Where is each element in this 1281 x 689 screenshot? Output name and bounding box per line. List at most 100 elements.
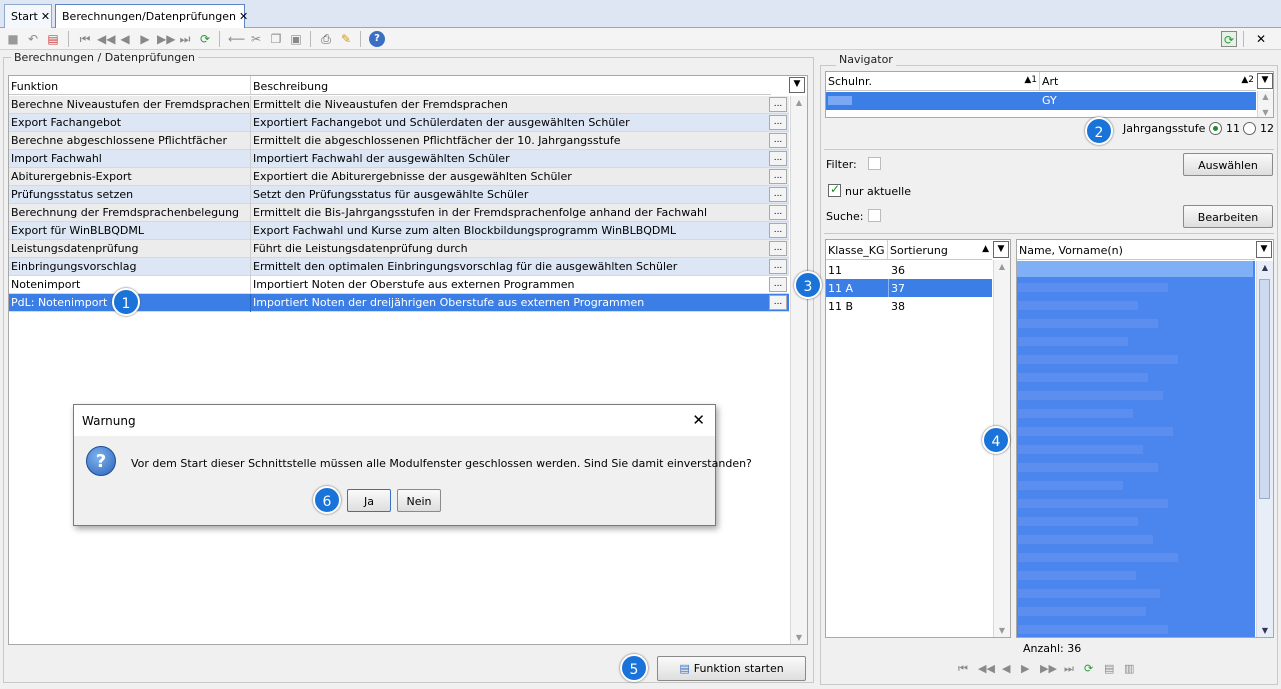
print-icon[interactable]: ⎙ xyxy=(318,31,334,47)
save-icon[interactable]: ■ xyxy=(5,31,21,47)
first-record-icon[interactable]: ⏮ xyxy=(958,662,968,676)
fast-back-icon[interactable]: ◀◀ xyxy=(97,31,115,47)
scroll-down-icon[interactable]: ▼ xyxy=(791,633,807,642)
student-row[interactable] xyxy=(1018,337,1128,346)
nein-button[interactable]: Nein xyxy=(397,489,441,512)
bearbeiten-button[interactable]: Bearbeiten xyxy=(1183,205,1273,228)
table-row[interactable]: Einbringungsvorschlag Ermittelt den optim… xyxy=(9,258,789,276)
student-row[interactable] xyxy=(1018,499,1168,508)
column-header-klasse[interactable]: Klasse_KG xyxy=(826,240,888,260)
forward-icon[interactable]: ▶ xyxy=(137,31,153,47)
paste-icon[interactable]: ▣ xyxy=(288,31,304,47)
radio-11[interactable] xyxy=(1209,122,1222,135)
row-details-button[interactable]: ... xyxy=(769,223,787,238)
scroll-thumb[interactable] xyxy=(1259,279,1270,499)
close-icon[interactable]: ✕ xyxy=(41,10,50,23)
detail-view-icon[interactable]: ▥ xyxy=(1124,662,1134,675)
student-row[interactable] xyxy=(1018,373,1148,382)
student-row[interactable] xyxy=(1018,589,1160,598)
table-row[interactable]: Abiturergebnis-Export Exportiert die Abit… xyxy=(9,168,789,186)
column-chooser-icon[interactable]: ▼ xyxy=(1257,73,1273,89)
column-chooser-icon[interactable]: ▼ xyxy=(789,77,805,93)
help-icon[interactable]: ? xyxy=(369,31,385,47)
student-row-focused[interactable] xyxy=(1017,261,1253,277)
student-row[interactable] xyxy=(1018,319,1158,328)
column-chooser-icon[interactable]: ▼ xyxy=(993,241,1009,258)
remove-icon[interactable]: ⟵ xyxy=(228,31,245,47)
list-view-icon[interactable]: ▤ xyxy=(1104,662,1114,675)
student-row[interactable] xyxy=(1018,301,1138,310)
tab-berechnungen[interactable]: Berechnungen/Datenprüfungen ✕ xyxy=(55,4,248,28)
fast-forward-icon[interactable]: ▶▶ xyxy=(157,31,175,47)
grid-scrollbar[interactable]: ▲ ▼ xyxy=(790,96,807,644)
fast-back-icon[interactable]: ◀◀ xyxy=(978,662,995,675)
student-row[interactable] xyxy=(1018,427,1173,436)
table-row[interactable]: Export Fachangebot Exportiert Fachangebot… xyxy=(9,114,789,132)
list-item-selected[interactable]: 11 A 37 xyxy=(826,279,992,297)
column-header-sortierung[interactable]: Sortierung ▲ xyxy=(888,240,992,260)
table-row[interactable]: Berechnung der Fremdsprachenbelegung Ermi… xyxy=(9,204,789,222)
scroll-up-icon[interactable]: ▲ xyxy=(1258,92,1273,101)
auswaehlen-button[interactable]: Auswählen xyxy=(1183,153,1273,176)
row-details-button[interactable]: ... xyxy=(769,205,787,220)
row-details-button[interactable]: ... xyxy=(769,97,787,112)
column-header-beschreibung[interactable]: Beschreibung xyxy=(251,76,771,95)
schueler-scrollbar[interactable]: ▲ ▼ xyxy=(1256,261,1273,637)
fast-forward-icon[interactable]: ▶▶ xyxy=(1040,662,1057,675)
column-header-art[interactable]: Art ▲2 xyxy=(1040,72,1256,91)
row-details-button[interactable]: ... xyxy=(769,295,787,310)
row-details-button[interactable]: ... xyxy=(769,169,787,184)
student-row[interactable] xyxy=(1018,463,1158,472)
tab-start[interactable]: Start ✕ xyxy=(4,4,52,28)
scroll-down-icon[interactable]: ▼ xyxy=(1258,108,1273,117)
nur-aktuelle-checkbox[interactable]: ✓ xyxy=(828,182,841,197)
column-chooser-icon[interactable]: ▼ xyxy=(1256,241,1272,258)
copy-icon[interactable]: ❐ xyxy=(268,31,284,47)
close-icon[interactable]: ✕ xyxy=(239,10,248,23)
scroll-down-icon[interactable]: ▼ xyxy=(994,626,1010,635)
student-row[interactable] xyxy=(1018,409,1133,418)
row-details-button[interactable]: ... xyxy=(769,277,787,292)
close-icon[interactable]: ✕ xyxy=(1253,31,1269,47)
student-row[interactable] xyxy=(1018,355,1178,364)
refresh-icon[interactable]: ⟳ xyxy=(197,31,213,47)
column-header-schulnr[interactable]: Schulnr. ▲1 xyxy=(826,72,1040,91)
student-row[interactable] xyxy=(1018,517,1138,526)
ja-button[interactable]: Ja xyxy=(347,489,391,512)
scroll-down-icon[interactable]: ▼ xyxy=(1257,626,1273,635)
student-row[interactable] xyxy=(1018,625,1168,634)
table-row[interactable]: Prüfungsstatus setzen Setzt den Prüfungss… xyxy=(9,186,789,204)
table-row[interactable]: Import Fachwahl Importiert Fachwahl der a… xyxy=(9,150,789,168)
student-row[interactable] xyxy=(1018,571,1136,580)
suche-checkbox[interactable] xyxy=(868,209,881,222)
student-row[interactable] xyxy=(1018,283,1168,292)
student-row[interactable] xyxy=(1018,481,1123,490)
row-details-button[interactable]: ... xyxy=(769,259,787,274)
table-row-selected[interactable]: GY xyxy=(826,92,1256,110)
row-details-button[interactable]: ... xyxy=(769,241,787,256)
student-list-blurred[interactable] xyxy=(1017,261,1255,637)
scroll-up-icon[interactable]: ▲ xyxy=(1257,263,1273,272)
student-row[interactable] xyxy=(1018,607,1146,616)
cut-icon[interactable]: ✂ xyxy=(248,31,264,47)
schule-scrollbar[interactable]: ▲ ▼ xyxy=(1257,91,1273,117)
radio-12[interactable] xyxy=(1243,122,1256,135)
last-record-icon[interactable]: ⏭ xyxy=(1064,662,1074,676)
list-item[interactable]: 11 36 xyxy=(826,261,992,279)
column-header-name[interactable]: Name, Vorname(n) xyxy=(1017,240,1255,260)
row-details-button[interactable]: ... xyxy=(769,133,787,148)
undo-icon[interactable]: ↶ xyxy=(25,31,41,47)
student-row[interactable] xyxy=(1018,445,1143,454)
broom-icon[interactable]: ✎ xyxy=(338,31,354,47)
table-row[interactable]: Export für WinBLBQDML Export Fachwahl und… xyxy=(9,222,789,240)
filter-checkbox[interactable] xyxy=(868,157,881,170)
student-row[interactable] xyxy=(1018,391,1163,400)
table-row[interactable]: Leistungsdatenprüfung Führt die Leistungs… xyxy=(9,240,789,258)
column-header-funktion[interactable]: Funktion xyxy=(9,76,251,95)
table-row[interactable]: Berechne Niveaustufen der Fremdsprachen E… xyxy=(9,96,789,114)
first-record-icon[interactable]: ⏮ xyxy=(77,31,93,47)
forward-icon[interactable]: ▶ xyxy=(1021,662,1029,675)
table-row[interactable]: Berechne abgeschlossene Pflichtfächer Erm… xyxy=(9,132,789,150)
back-icon[interactable]: ◀ xyxy=(117,31,133,47)
last-record-icon[interactable]: ⏭ xyxy=(177,31,193,47)
